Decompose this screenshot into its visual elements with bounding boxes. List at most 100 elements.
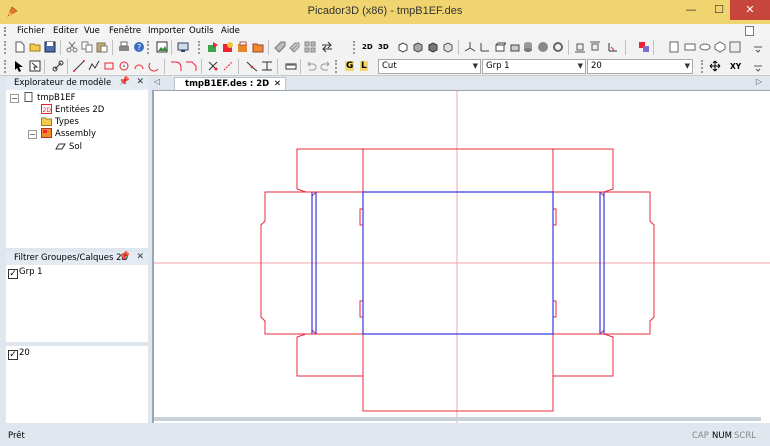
new-file-icon[interactable] xyxy=(14,41,26,53)
menu-fenetre[interactable]: Fenêtre xyxy=(109,26,141,36)
axes-icon[interactable] xyxy=(464,41,476,53)
circle-draw-icon[interactable] xyxy=(118,60,130,72)
print-icon[interactable] xyxy=(118,41,130,53)
page-icon[interactable] xyxy=(668,41,680,53)
arc-3pt-icon[interactable] xyxy=(148,60,160,72)
extend-icon[interactable] xyxy=(222,60,234,72)
toolbar-grip[interactable] xyxy=(335,60,338,73)
panel-splitter[interactable] xyxy=(6,342,148,346)
image-icon[interactable] xyxy=(156,41,168,53)
toolbar-overflow-icon[interactable] xyxy=(752,60,764,72)
select-window-icon[interactable] xyxy=(29,60,41,72)
view-3d-button[interactable]: 3D xyxy=(378,43,389,51)
select-arrow-icon[interactable] xyxy=(13,60,25,72)
box-closed-icon[interactable] xyxy=(509,41,521,53)
tab-close-icon[interactable]: ✕ xyxy=(274,79,281,89)
insert-green-icon[interactable] xyxy=(207,41,219,53)
gear-icon[interactable] xyxy=(552,41,564,53)
tab-document-2d[interactable]: tmpB1EF.des : 2D ✕ xyxy=(174,77,286,90)
group-checkbox-row[interactable]: ✓ Grp 1 xyxy=(8,267,43,279)
tree-item-assembly[interactable]: Assembly xyxy=(41,128,96,140)
transform-icon[interactable] xyxy=(638,41,650,53)
align-bottom-icon[interactable] xyxy=(574,41,586,53)
layer-select[interactable]: Cut ▼ xyxy=(378,59,481,74)
menu-outils[interactable]: Outils xyxy=(189,26,214,36)
chamfer-icon[interactable] xyxy=(185,60,197,72)
hexagon-icon[interactable] xyxy=(714,41,726,53)
folder-orange-icon[interactable] xyxy=(252,41,264,53)
menu-importer[interactable]: Importer xyxy=(148,26,185,36)
view-iso-icon[interactable] xyxy=(442,41,454,53)
polyline-icon[interactable] xyxy=(88,60,100,72)
tags-icon[interactable] xyxy=(289,41,301,53)
tree-item-sol[interactable]: Sol xyxy=(55,141,82,153)
close-icon[interactable]: ✕ xyxy=(136,77,144,87)
menu-grip[interactable] xyxy=(4,27,8,36)
toolbar-grip[interactable] xyxy=(4,41,7,54)
rectangle-draw-icon[interactable] xyxy=(103,60,115,72)
insert-red-icon[interactable] xyxy=(222,41,234,53)
drawing-canvas[interactable] xyxy=(152,90,770,423)
undo-icon[interactable] xyxy=(305,60,317,72)
menu-fichier[interactable]: Fichier xyxy=(17,26,45,36)
toolbar-grip[interactable] xyxy=(701,60,704,73)
view-2d-button[interactable]: 2D xyxy=(362,43,373,51)
tree-item-types[interactable]: Types xyxy=(41,116,79,128)
redo-icon[interactable] xyxy=(320,60,332,72)
toolbar-grip[interactable] xyxy=(4,60,7,73)
tag-icon[interactable] xyxy=(274,41,286,53)
grid-icon[interactable] xyxy=(304,41,316,53)
box-open-icon[interactable] xyxy=(494,41,506,53)
checkbox[interactable]: ✓ xyxy=(8,269,18,279)
view-top-icon[interactable] xyxy=(412,41,424,53)
swap-arrows-icon[interactable] xyxy=(321,41,333,53)
measure-icon[interactable] xyxy=(285,60,297,72)
menu-editer[interactable]: Editer xyxy=(53,26,78,36)
toolbar-grip[interactable] xyxy=(198,41,201,54)
layer-toggle-button[interactable]: L xyxy=(360,61,368,71)
save-icon[interactable] xyxy=(44,41,56,53)
group-select[interactable]: Grp 1 ▼ xyxy=(482,59,586,74)
tree-item-root[interactable]: tmpB1EF xyxy=(23,92,76,104)
tab-scroll-right-icon[interactable]: ▷ xyxy=(756,77,762,86)
cylinder-icon[interactable] xyxy=(522,41,534,53)
trim-icon[interactable] xyxy=(207,60,219,72)
ellipse-icon[interactable] xyxy=(699,41,711,53)
tab-scroll-left-icon[interactable]: ◁ xyxy=(154,77,160,86)
paste-icon[interactable] xyxy=(96,41,108,53)
sphere-icon[interactable] xyxy=(537,41,549,53)
link-icon[interactable] xyxy=(52,60,64,72)
toolbar-grip[interactable] xyxy=(147,41,150,54)
size-select[interactable]: 20 ▼ xyxy=(587,59,693,74)
tree-item-entities-2d[interactable]: 2D Entitées 2D xyxy=(41,104,104,116)
help-icon[interactable]: ? xyxy=(133,41,145,53)
align-top-icon[interactable] xyxy=(589,41,601,53)
menu-aide[interactable]: Aide xyxy=(221,26,240,36)
open-folder-icon[interactable] xyxy=(29,41,41,53)
dimension-icon[interactable] xyxy=(261,60,273,72)
canvas-scrollbar[interactable] xyxy=(154,417,761,421)
line-icon[interactable] xyxy=(73,60,85,72)
pin-icon[interactable]: 📌 xyxy=(119,252,130,262)
layer-checkbox-row[interactable]: ✓ 20 xyxy=(8,348,30,360)
menu-vue[interactable]: Vue xyxy=(84,26,100,36)
fillet-icon[interactable] xyxy=(170,60,182,72)
close-button[interactable]: ✕ xyxy=(730,0,770,20)
pin-icon[interactable]: 📌 xyxy=(119,77,130,87)
copy-icon[interactable] xyxy=(81,41,93,53)
view-side-icon[interactable] xyxy=(427,41,439,53)
close-icon[interactable]: ✕ xyxy=(136,252,144,262)
minimize-button[interactable]: — xyxy=(676,0,706,20)
axes-xy-icon[interactable] xyxy=(479,41,491,53)
toolbar-grip[interactable] xyxy=(353,41,356,54)
insert-orange-icon[interactable] xyxy=(237,41,249,53)
toolbar-overflow-icon[interactable] xyxy=(752,41,764,53)
axis-tool-icon[interactable] xyxy=(607,41,619,53)
break-icon[interactable] xyxy=(246,60,258,72)
arc-draw-icon[interactable] xyxy=(133,60,145,72)
tree-expander[interactable]: − xyxy=(28,130,37,139)
move-icon[interactable] xyxy=(709,60,721,72)
screen-icon[interactable] xyxy=(177,41,189,53)
view-front-icon[interactable] xyxy=(397,41,409,53)
xy-button[interactable]: XY xyxy=(730,62,741,71)
